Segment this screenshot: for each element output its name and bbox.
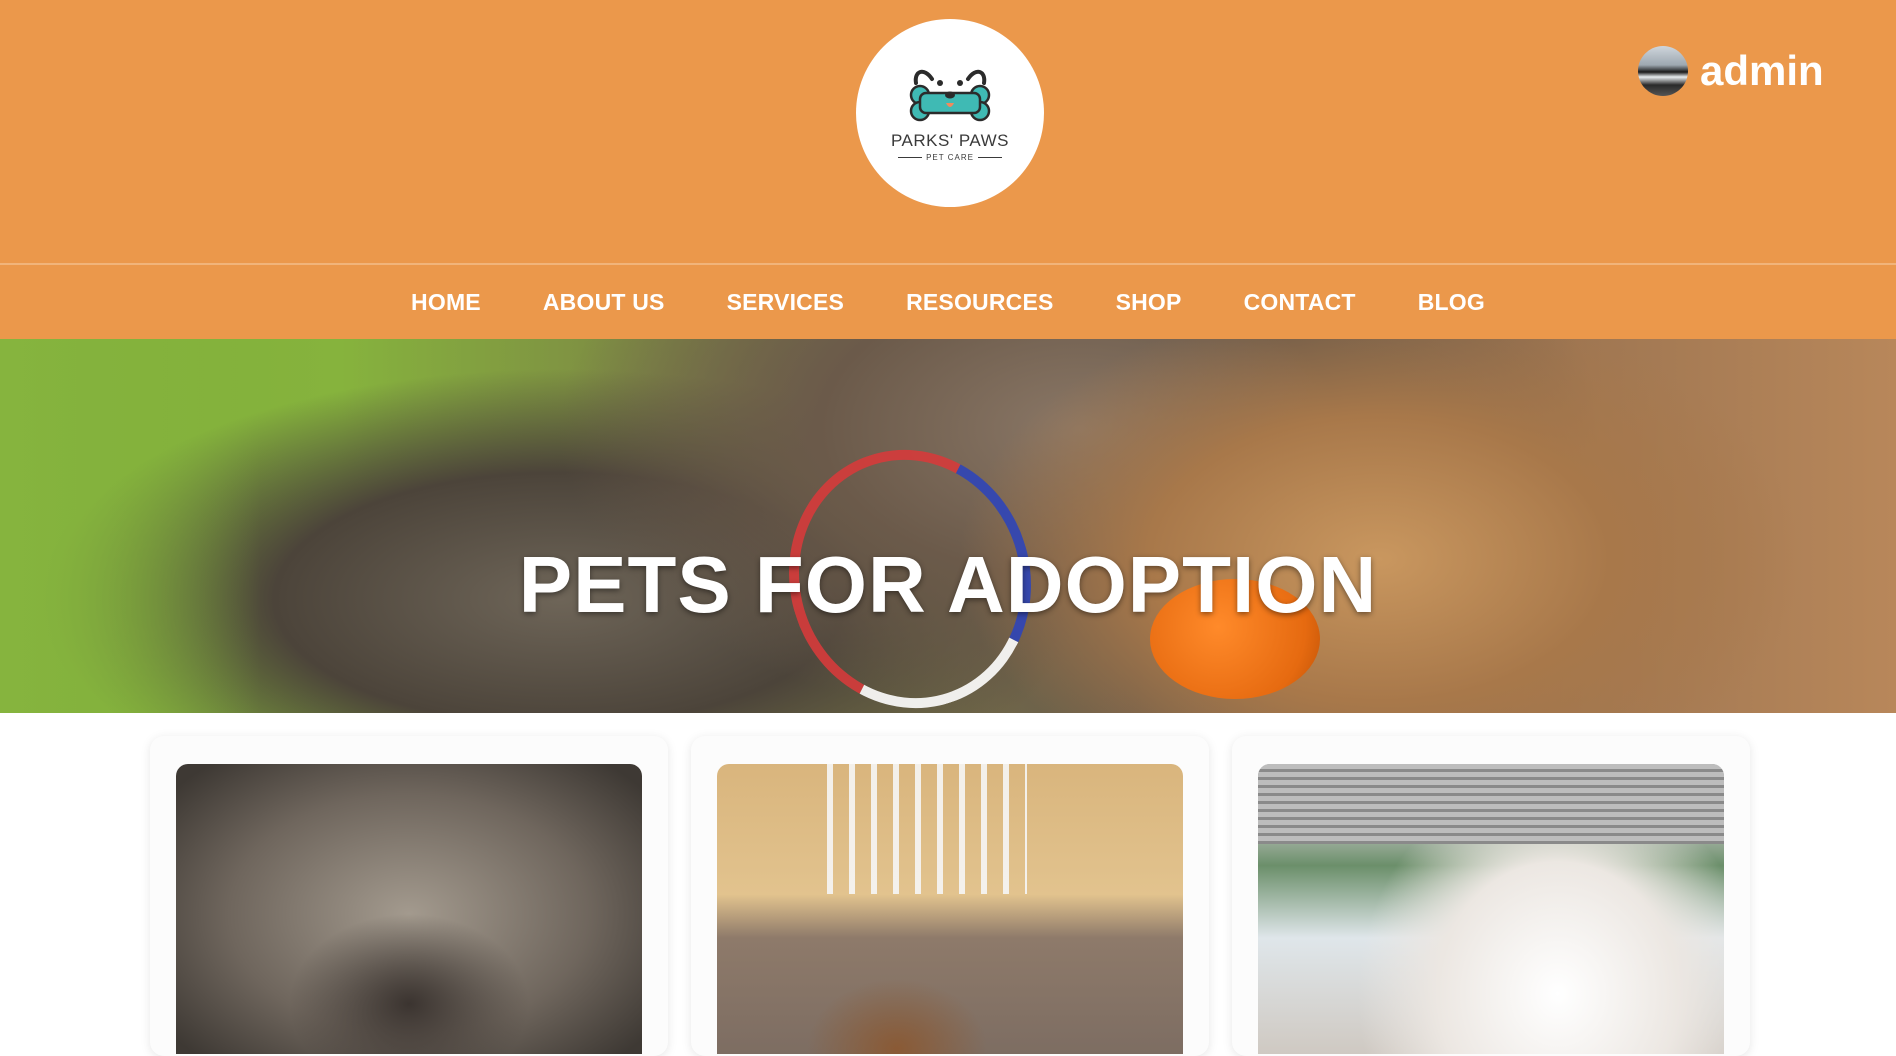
hero-banner: PETS FOR ADOPTION <box>0 339 1896 713</box>
brown-doodle-dog-photo[interactable] <box>717 764 1183 1054</box>
pet-card[interactable] <box>691 736 1209 1056</box>
nav-item-blog[interactable]: BLOG <box>1418 289 1485 316</box>
dog-bone-logo-icon <box>909 69 991 121</box>
site-logo[interactable]: PARKS' PAWS PET CARE <box>856 19 1044 207</box>
pet-card[interactable] <box>150 736 668 1056</box>
logo-subtitle: PET CARE <box>926 152 974 162</box>
nav-item-services[interactable]: SERVICES <box>727 289 845 316</box>
main-nav: HOME ABOUT US SERVICES RESOURCES SHOP CO… <box>0 265 1896 339</box>
window-blinds <box>1258 764 1724 844</box>
user-menu[interactable]: admin <box>1638 46 1824 96</box>
nav-item-contact[interactable]: CONTACT <box>1244 289 1356 316</box>
pet-card-grid <box>150 736 1752 1056</box>
hero-grass-background <box>0 339 260 713</box>
user-name[interactable]: admin <box>1700 50 1824 92</box>
page-title: PETS FOR ADOPTION <box>518 539 1378 629</box>
nav-item-shop[interactable]: SHOP <box>1116 289 1182 316</box>
user-avatar[interactable] <box>1638 46 1688 96</box>
pet-card[interactable] <box>1232 736 1750 1056</box>
nav-item-home[interactable]: HOME <box>411 289 481 316</box>
nav-list: HOME ABOUT US SERVICES RESOURCES SHOP CO… <box>411 289 1485 316</box>
guinea-pig-photo[interactable] <box>176 764 642 1054</box>
baby-gate <box>827 764 1027 894</box>
nav-item-about-us[interactable]: ABOUT US <box>543 289 665 316</box>
logo-rule-right <box>977 156 1002 158</box>
logo-title: PARKS' PAWS <box>890 130 1009 150</box>
nav-item-resources[interactable]: RESOURCES <box>906 289 1054 316</box>
logo-rule-left <box>898 156 923 158</box>
logo-subtitle-row: PET CARE <box>898 153 1002 162</box>
site-header: PARKS' PAWS PET CARE admin <box>0 0 1896 263</box>
white-doodle-dog-photo[interactable] <box>1258 764 1724 1054</box>
